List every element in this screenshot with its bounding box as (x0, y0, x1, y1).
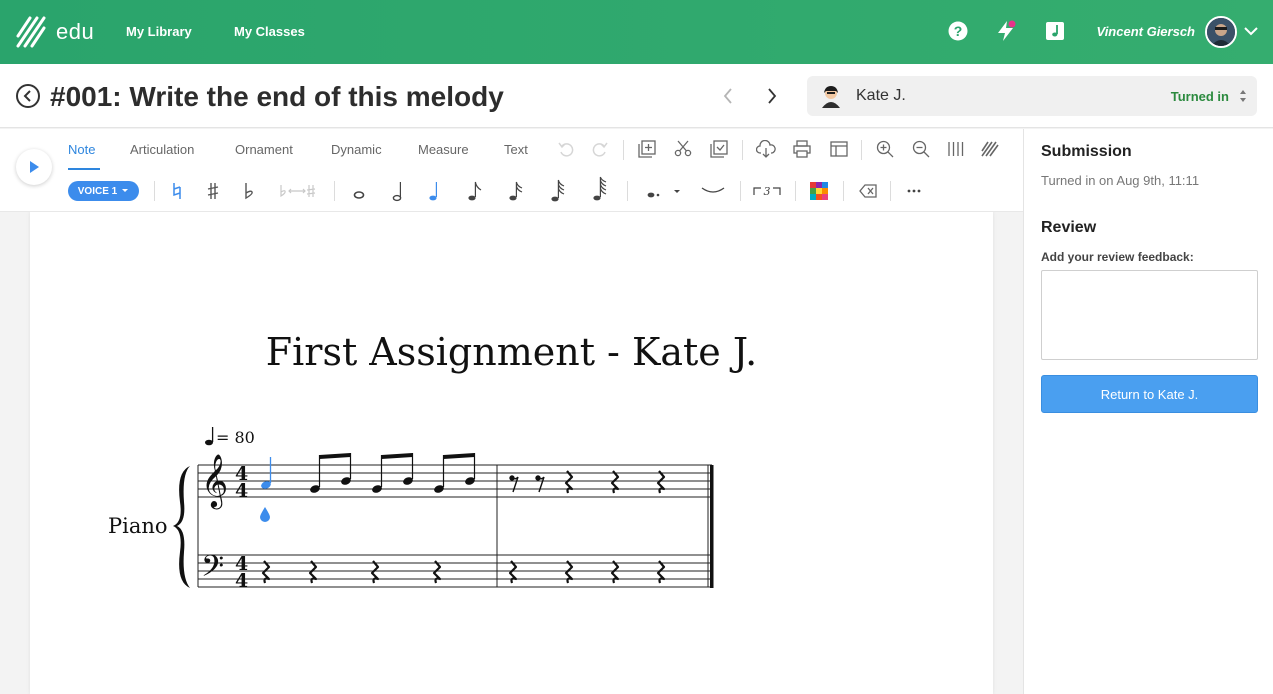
delete-backspace-icon[interactable] (857, 180, 879, 202)
time-signature-bass-lower: 4 (235, 570, 248, 592)
app-logo-stripes-icon[interactable] (979, 138, 1001, 160)
top-navigation-bar: edu My Library My Classes ? Vincent Gier… (0, 0, 1273, 64)
treble-clef: 𝄞 (201, 453, 228, 509)
student-avatar (819, 84, 843, 108)
redo-icon[interactable] (589, 138, 611, 160)
tab-articulation[interactable]: Articulation (130, 142, 194, 157)
music-staff[interactable]: 𝄞 𝄢 4 4 4 4 (30, 212, 993, 694)
page-title: #001: Write the end of this melody (50, 81, 504, 112)
final-barline (710, 465, 714, 588)
user-avatar[interactable] (1205, 16, 1237, 48)
tie-icon[interactable] (700, 180, 726, 202)
toolbar-divider (627, 181, 628, 201)
bass-clef: 𝄢 (201, 550, 224, 591)
toolbar-divider (154, 181, 155, 201)
toolbar-divider (890, 181, 891, 201)
dotted-note-icon[interactable] (645, 180, 683, 202)
logo-text: edu (56, 19, 95, 44)
natural-sign-icon[interactable] (166, 180, 188, 202)
help-icon[interactable]: ? (947, 20, 969, 42)
cloud-download-icon[interactable] (755, 138, 777, 160)
student-select[interactable]: Kate J. Turned in (807, 76, 1257, 116)
previous-student-chevron-left-icon[interactable] (716, 84, 740, 108)
logo-stripes-icon (16, 16, 46, 48)
app-logo[interactable]: edu (16, 16, 94, 48)
eighth-note-icon[interactable] (464, 180, 486, 202)
nav-my-library[interactable]: My Library (126, 24, 192, 39)
select-up-down-icon (1240, 90, 1246, 102)
half-note-icon[interactable] (388, 180, 410, 202)
return-to-student-button[interactable]: Return to Kate J. (1041, 375, 1258, 413)
toolbar-divider (334, 181, 335, 201)
more-options-icon[interactable] (903, 180, 925, 202)
next-student-chevron-right-icon[interactable] (760, 84, 784, 108)
time-signature-treble-lower: 4 (235, 480, 248, 502)
add-copy-icon[interactable] (636, 138, 658, 160)
status-badge: Turned in (1170, 89, 1229, 104)
user-menu-chevron-down-icon[interactable] (1240, 20, 1262, 42)
assignment-header: #001: Write the end of this melody Kate … (0, 64, 1273, 128)
tuplet-icon[interactable]: 3 (752, 180, 782, 202)
tuplet-number: 3 (764, 185, 771, 198)
score-note-icon[interactable] (1044, 20, 1066, 42)
selected-note[interactable] (260, 457, 272, 490)
vertical-view-icon[interactable] (945, 138, 967, 160)
tab-measure[interactable]: Measure (418, 142, 469, 157)
student-name: Kate J. (856, 87, 906, 104)
zoom-out-icon[interactable] (910, 138, 932, 160)
active-tab-indicator (68, 168, 100, 170)
caret-down-icon (122, 189, 129, 192)
toolbar-divider (742, 140, 743, 160)
toolbar-divider (795, 181, 796, 201)
submission-date: Turned in on Aug 9th, 11:11 (1041, 173, 1200, 188)
feedback-label: Add your review feedback: (1041, 250, 1194, 264)
print-icon[interactable] (791, 138, 813, 160)
sixteenth-note-icon[interactable] (505, 180, 527, 202)
tab-dynamic[interactable]: Dynamic (331, 142, 382, 157)
eighth-notes-measure-1[interactable] (309, 453, 476, 494)
notifications-bolt-icon[interactable] (995, 20, 1017, 42)
layout-icon[interactable] (828, 138, 850, 160)
review-side-panel: Submission Turned in on Aug 9th, 11:11 R… (1023, 129, 1273, 694)
tab-note[interactable]: Note (68, 142, 95, 157)
zoom-in-icon[interactable] (874, 138, 896, 160)
toolbar-divider (843, 181, 844, 201)
eighth-rests (509, 475, 545, 493)
tab-ornament[interactable]: Ornament (235, 142, 293, 157)
toolbar-divider (623, 140, 624, 160)
voice-label: VOICE 1 (77, 185, 118, 197)
play-icon[interactable] (16, 149, 52, 185)
flat-sign-icon[interactable] (238, 180, 260, 202)
paste-copy-icon[interactable] (708, 138, 730, 160)
score-area[interactable]: First Assignment - Kate J. = 80 Piano 𝄞 … (0, 212, 1023, 694)
quarter-rests (261, 470, 666, 584)
note-input-cursor[interactable] (260, 507, 270, 522)
scissors-cut-icon[interactable] (672, 138, 694, 160)
sharp-sign-icon[interactable] (202, 180, 224, 202)
score-toolbar: Note Articulation Ornament Dynamic Measu… (0, 129, 1023, 212)
undo-icon[interactable] (555, 138, 577, 160)
back-arrow-icon[interactable] (16, 84, 40, 108)
grand-staff-brace (173, 466, 190, 588)
tab-text[interactable]: Text (504, 142, 528, 157)
feedback-textarea[interactable] (1041, 270, 1258, 360)
nav-my-classes[interactable]: My Classes (234, 24, 305, 39)
enharmonic-swap-icon[interactable] (278, 180, 316, 202)
svg-text:?: ? (954, 23, 963, 39)
thirty-second-note-icon[interactable] (547, 179, 569, 202)
quarter-note-icon[interactable] (424, 180, 446, 202)
whole-note-icon[interactable] (348, 180, 370, 202)
toolbar-divider (740, 181, 741, 201)
score-page[interactable]: First Assignment - Kate J. = 80 Piano 𝄞 … (30, 212, 993, 694)
submission-heading: Submission (1041, 143, 1132, 160)
review-heading: Review (1041, 219, 1097, 236)
voice-select-button[interactable]: VOICE 1 (68, 181, 139, 201)
toolbar-divider (861, 140, 862, 160)
sixty-fourth-note-icon[interactable] (589, 176, 611, 201)
color-palette-icon[interactable] (808, 180, 830, 202)
user-name[interactable]: Vincent Giersch (1097, 24, 1196, 39)
